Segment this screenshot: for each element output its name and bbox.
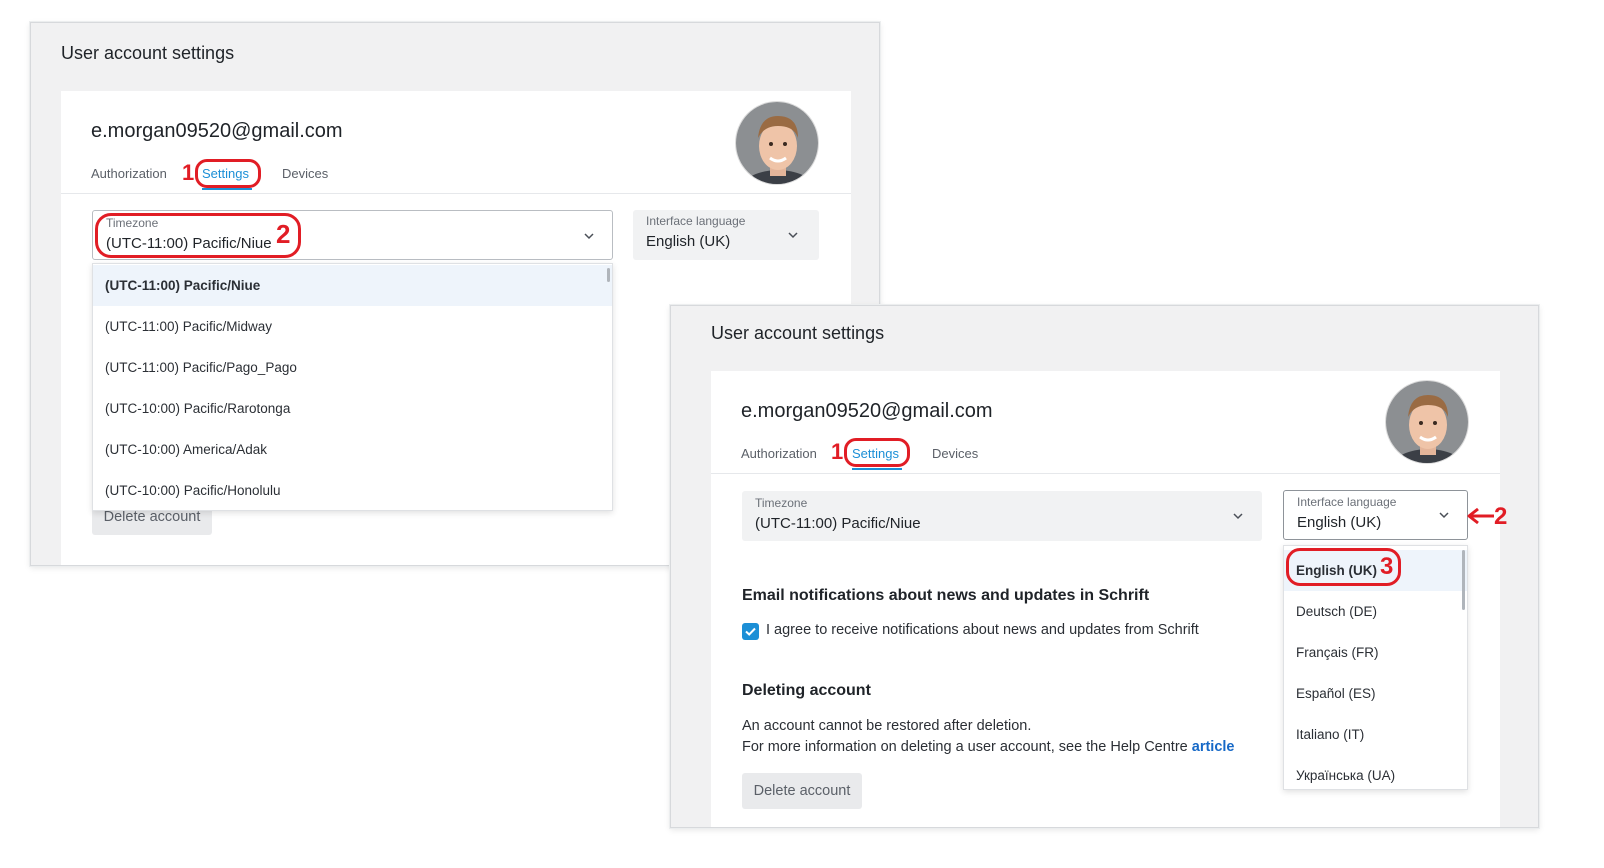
arrow-left-icon [1467,507,1494,525]
timezone-label: Timezone [755,496,808,510]
interface-language-select[interactable]: Interface language English (UK) [1283,490,1468,540]
annotation-step-number: 2 [276,219,291,249]
check-icon [745,627,756,636]
tab-authorization[interactable]: Authorization [741,446,817,461]
delete-account-button[interactable]: Delete account [742,773,862,809]
annotation-step-number: 1 [831,439,844,464]
annotation-step-number: 2 [1494,503,1508,530]
interface-language-label: Interface language [646,214,746,228]
language-option[interactable]: Italiano (IT) [1284,714,1467,755]
page-title: User account settings [61,43,235,63]
chevron-down-icon [788,232,798,239]
annotation-step-number: 1 [182,160,195,185]
annotation-step-number: 3 [1380,553,1394,580]
annotation-highlight-settings-tab [195,159,261,188]
tab-settings-underline [202,188,252,190]
interface-language-label: Interface language [1297,495,1397,509]
tab-authorization[interactable]: Authorization [91,166,167,181]
chevron-down-icon [1439,512,1449,519]
help-article-link[interactable]: article [1192,739,1235,755]
email-notifications-heading: Email notifications about news and updat… [742,587,1150,604]
language-option[interactable]: Español (ES) [1284,673,1467,714]
avatar [735,101,819,185]
deleting-account-note: An account cannot be restored after dele… [742,718,1032,734]
chevron-down-icon [1233,513,1243,520]
deleting-account-help: For more information on deleting a user … [742,737,1234,757]
page-title: User account settings [711,323,885,343]
chevron-down-icon [584,233,594,240]
annotation-highlight-timezone [95,213,301,258]
timezone-option[interactable]: (UTC-11:00) Pacific/Midway [93,306,612,347]
notifications-consent-checkbox[interactable] [742,623,759,640]
dropdown-scrollbar[interactable] [607,268,610,282]
timezone-option[interactable]: (UTC-11:00) Pacific/Niue [93,265,612,306]
interface-language-value: English (UK) [1297,514,1382,531]
interface-language-select[interactable]: Interface language English (UK) [633,210,819,260]
tab-settings-underline [852,468,902,470]
tabs-divider [711,473,1500,474]
language-option[interactable]: Français (FR) [1284,632,1467,673]
timezone-select[interactable]: Timezone (UTC-11:00) Pacific/Niue [742,491,1262,541]
timezone-option[interactable]: (UTC-10:00) Pacific/Honolulu [93,470,612,510]
tab-devices[interactable]: Devices [932,446,978,461]
account-email: e.morgan09520@gmail.com [741,400,993,422]
language-option[interactable]: Deutsch (DE) [1284,591,1467,632]
interface-language-value: English (UK) [646,233,731,250]
timezone-option[interactable]: (UTC-11:00) Pacific/Pago_Pago [93,347,612,388]
tab-devices[interactable]: Devices [282,166,328,181]
tabs-divider [61,193,851,194]
dropdown-scrollbar[interactable] [1462,550,1465,610]
timezone-dropdown: (UTC-11:00) Pacific/Niue (UTC-11:00) Pac… [92,263,613,511]
help-text: For more information on deleting a user … [742,739,1188,755]
deleting-account-heading: Deleting account [742,682,871,699]
timezone-value: (UTC-11:00) Pacific/Niue [755,515,921,532]
timezone-option[interactable]: (UTC-10:00) America/Adak [93,429,612,470]
language-option[interactable]: Українська (UA) [1284,755,1467,789]
notifications-consent-label[interactable]: I agree to receive notifications about n… [766,620,1199,640]
avatar [1385,380,1469,464]
screenshot-2: User account settings e.morgan09520@gmai… [670,305,1539,828]
timezone-option[interactable]: (UTC-10:00) Pacific/Rarotonga [93,388,612,429]
account-email: e.morgan09520@gmail.com [91,120,343,142]
settings-card: e.morgan09520@gmail.com Authorization Se… [711,371,1500,827]
annotation-highlight-settings-tab [844,438,910,467]
